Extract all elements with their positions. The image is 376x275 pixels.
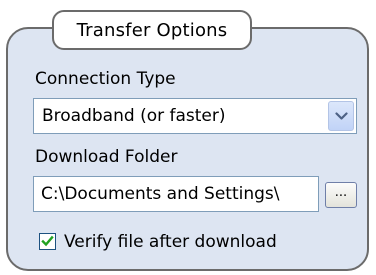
connection-type-value: Broadband (or faster)	[42, 106, 226, 126]
download-folder-input[interactable]: C:\Documents and Settings\	[33, 176, 319, 212]
chevron-down-icon	[335, 112, 348, 120]
connection-type-label: Connection Type	[35, 69, 176, 89]
dropdown-button[interactable]	[328, 101, 354, 131]
connection-type-select[interactable]: Broadband (or faster)	[33, 98, 357, 134]
download-folder-label: Download Folder	[35, 147, 178, 167]
verify-checkbox-label[interactable]: Verify file after download	[64, 232, 277, 252]
group-title-text: Transfer Options	[76, 19, 228, 41]
group-title: Transfer Options	[52, 10, 252, 50]
check-icon	[41, 235, 54, 247]
download-folder-value: C:\Documents and Settings\	[41, 184, 280, 204]
verify-checkbox[interactable]	[39, 233, 56, 250]
browse-button[interactable]: ...	[325, 182, 357, 208]
